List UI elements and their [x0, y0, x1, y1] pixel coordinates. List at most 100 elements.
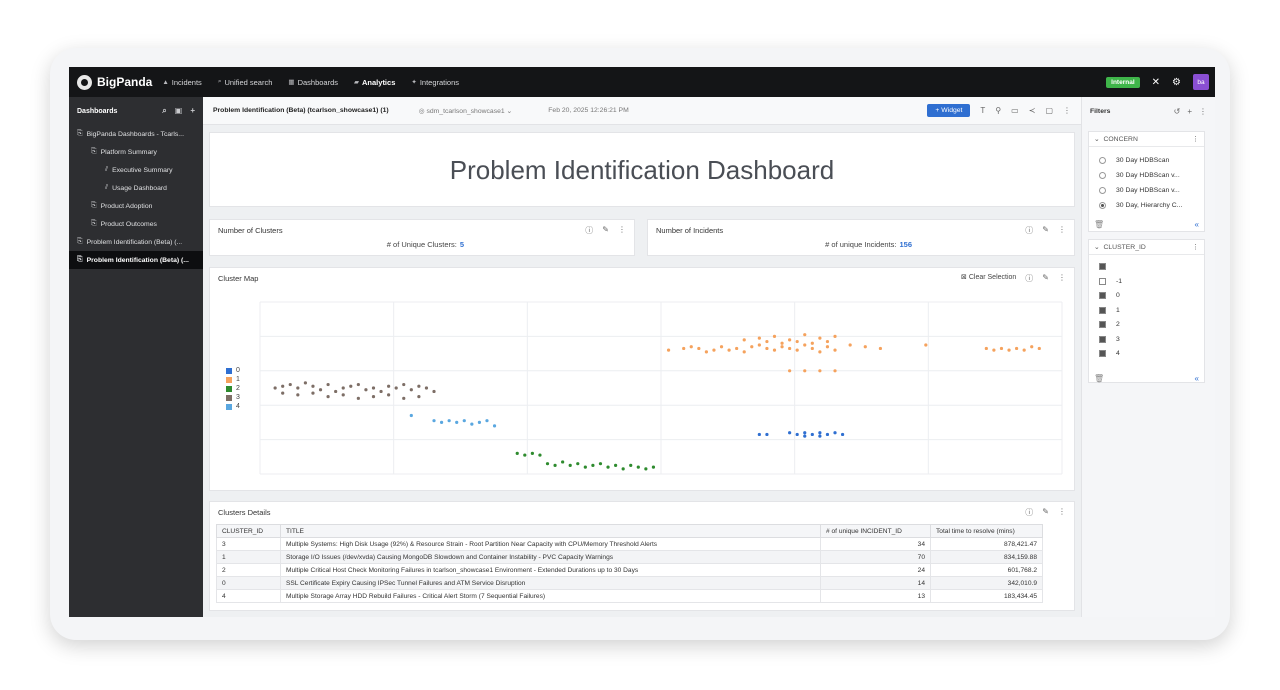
cluster-4-point[interactable] — [462, 419, 466, 423]
radio-button[interactable] — [1099, 202, 1106, 209]
cluster-4-point[interactable] — [470, 422, 474, 426]
cluster-2-point[interactable] — [523, 453, 527, 457]
cluster-2-point[interactable] — [515, 451, 519, 455]
cluster-1-point[interactable] — [825, 339, 830, 344]
cluster-1-point[interactable] — [772, 334, 777, 338]
cluster-3-point[interactable] — [296, 393, 300, 397]
cluster-1-point[interactable] — [810, 341, 814, 345]
cluster-1-point[interactable] — [833, 334, 837, 338]
cluster-3-point[interactable] — [409, 388, 413, 392]
cluster-2-point[interactable] — [568, 463, 572, 467]
cluster-1-point[interactable] — [757, 336, 761, 340]
cluster-3-point[interactable] — [288, 382, 292, 387]
cluster-2-point[interactable] — [644, 467, 648, 471]
cluster-0-point[interactable] — [818, 431, 822, 435]
radio-button[interactable] — [1099, 187, 1106, 194]
concern-option[interactable]: 30 Day HDBScan — [1089, 153, 1204, 168]
cluster-2-point[interactable] — [530, 451, 534, 455]
cluster-id-option[interactable]: 4 — [1089, 347, 1204, 362]
cluster-1-point[interactable] — [992, 348, 996, 352]
cluster-3-point[interactable] — [349, 384, 353, 388]
cluster-3-point[interactable] — [364, 388, 368, 392]
reset-icon[interactable]: ↺ — [1174, 107, 1181, 116]
cluster-1-point[interactable] — [878, 346, 883, 351]
cluster-1-point[interactable] — [1030, 345, 1034, 349]
checkbox[interactable] — [1099, 321, 1106, 329]
cluster-3-point[interactable] — [424, 386, 429, 390]
cluster-4-point[interactable] — [455, 420, 459, 424]
cluster-3-point[interactable] — [394, 386, 398, 390]
cluster-id-filter-header[interactable]: ⌄ CLUSTER_ID ⋮ — [1089, 240, 1204, 255]
cluster-2-point[interactable] — [606, 465, 610, 469]
more-icon[interactable]: ⋮ — [1192, 243, 1199, 251]
cluster-1-point[interactable] — [1015, 346, 1019, 351]
cluster-1-point[interactable] — [818, 336, 822, 340]
cluster-1-point[interactable] — [742, 350, 746, 354]
gear-icon[interactable]: ⚙ — [1172, 77, 1181, 88]
cluster-1-point[interactable] — [818, 350, 822, 354]
cluster-3-point[interactable] — [402, 382, 406, 387]
cluster-4-point[interactable] — [432, 419, 436, 423]
cluster-3-point[interactable] — [318, 388, 323, 392]
nav-unified-search[interactable]: ⌕ Unified search — [218, 78, 273, 87]
cluster-1-point[interactable] — [924, 343, 928, 347]
cluster-1-point[interactable] — [803, 333, 807, 337]
legend-item[interactable]: 1 — [226, 375, 240, 384]
info-icon[interactable]: ⓘ — [1025, 273, 1033, 284]
select-all-checkbox[interactable] — [1099, 263, 1106, 270]
cluster-2-point[interactable] — [576, 462, 580, 466]
cluster-1-point[interactable] — [666, 348, 671, 352]
cluster-1-point[interactable] — [780, 345, 784, 349]
cluster-2-point[interactable] — [614, 463, 618, 467]
cluster-2-point[interactable] — [621, 467, 625, 471]
cluster-3-point[interactable] — [326, 382, 330, 387]
cluster-1-point[interactable] — [1037, 346, 1041, 351]
cluster-1-point[interactable] — [795, 339, 799, 344]
user-avatar[interactable]: ba — [1193, 74, 1209, 90]
more-icon[interactable]: ⋮ — [1058, 225, 1066, 236]
cluster-3-point[interactable] — [356, 396, 360, 400]
cluster-3-point[interactable] — [311, 391, 315, 395]
cluster-3-point[interactable] — [371, 395, 376, 399]
cluster-3-point[interactable] — [379, 389, 383, 394]
cluster-0-point[interactable] — [840, 432, 845, 437]
cluster-1-point[interactable] — [825, 345, 830, 349]
checkbox[interactable] — [1099, 335, 1106, 343]
add-filter-icon[interactable]: + — [1187, 107, 1192, 116]
cluster-id-option[interactable]: 3 — [1089, 332, 1204, 347]
cluster-1-point[interactable] — [803, 369, 807, 373]
cluster-2-point[interactable] — [651, 465, 656, 469]
cluster-1-point[interactable] — [780, 341, 784, 345]
cluster-3-point[interactable] — [326, 395, 330, 399]
cluster-3-point[interactable] — [281, 391, 285, 395]
cluster-1-point[interactable] — [772, 348, 777, 352]
info-icon[interactable]: ⓘ — [1025, 225, 1033, 236]
table-row[interactable]: 2 Multiple Critical Host Check Monitoring… — [216, 563, 1043, 577]
cluster-2-point[interactable] — [598, 462, 603, 466]
cluster-1-point[interactable] — [863, 345, 867, 349]
cluster-1-point[interactable] — [833, 369, 837, 373]
cluster-1-point[interactable] — [742, 338, 746, 342]
cluster-scatter-plot[interactable] — [254, 298, 1066, 478]
cluster-0-point[interactable] — [795, 432, 799, 437]
cluster-1-point[interactable] — [689, 345, 693, 349]
table-row[interactable]: 4 Multiple Storage Array HDD Rebuild Fail… — [216, 589, 1043, 603]
cluster-1-point[interactable] — [712, 348, 716, 352]
cluster-1-point[interactable] — [788, 346, 792, 351]
cluster-0-point[interactable] — [788, 431, 792, 435]
cluster-4-point[interactable] — [447, 419, 451, 423]
nav-dashboards[interactable]: ▦ Dashboards — [288, 78, 338, 87]
sidebar-item[interactable]: ⎘ Product Adoption — [69, 197, 203, 215]
more-icon[interactable]: ⋮ — [1199, 107, 1207, 116]
cluster-3-point[interactable] — [417, 384, 421, 388]
checkbox[interactable] — [1099, 350, 1106, 358]
cluster-3-point[interactable] — [273, 386, 277, 390]
cluster-3-point[interactable] — [341, 393, 345, 397]
cluster-3-point[interactable] — [371, 386, 376, 390]
column-header[interactable]: TITLE — [280, 524, 821, 538]
cluster-1-point[interactable] — [719, 345, 724, 349]
concern-option[interactable]: 30 Day HDBScan v... — [1089, 183, 1204, 198]
trash-icon[interactable]: 🗑 — [1094, 374, 1104, 383]
search-icon[interactable]: ⌕ — [162, 106, 166, 116]
cluster-4-point[interactable] — [409, 413, 413, 418]
